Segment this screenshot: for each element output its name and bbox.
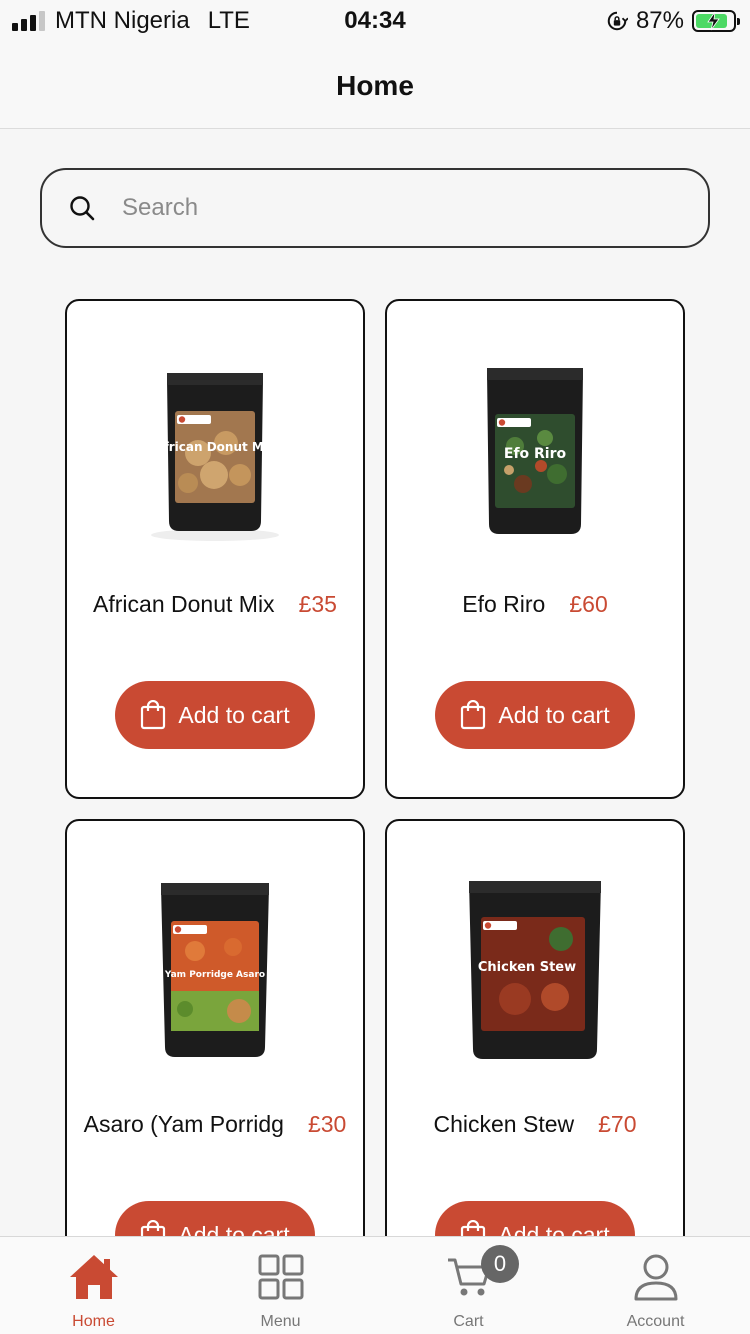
tab-label: Cart xyxy=(453,1313,484,1330)
product-image-efo-riro: Efo Riro xyxy=(487,368,583,534)
cart-count-badge: 0 xyxy=(481,1245,519,1283)
shopping-bag-icon xyxy=(141,700,166,730)
add-to-cart-label: Add to cart xyxy=(178,701,290,728)
tab-account[interactable]: Account xyxy=(562,1237,749,1334)
product-image-label: African Donut Mix xyxy=(154,440,276,454)
product-name: Chicken Stew xyxy=(433,1111,575,1137)
product-price: £60 xyxy=(569,591,608,617)
nav-header: Home xyxy=(0,44,750,129)
product-image-label: Efo Riro xyxy=(504,446,567,462)
search-icon xyxy=(70,196,95,221)
product-price: £35 xyxy=(298,591,337,617)
product-image-label: Yam Porridge Asaro xyxy=(164,970,265,980)
battery-percent: 87% xyxy=(635,7,684,34)
status-bar: MTN Nigeria LTE 04:34 87% xyxy=(0,0,750,44)
product-name: African Donut Mix xyxy=(93,591,275,617)
tab-label: Menu xyxy=(260,1313,301,1330)
tab-label: Account xyxy=(626,1313,685,1330)
product-card[interactable]: African Donut Mix African Donut Mix £35 … xyxy=(65,299,365,799)
product-name: Efo Riro xyxy=(462,591,546,617)
home-icon xyxy=(69,1255,118,1299)
tab-cart[interactable]: 0 Cart xyxy=(375,1237,562,1334)
product-price: £70 xyxy=(598,1111,637,1137)
product-image-asaro: Yam Porridge Asaro xyxy=(161,883,269,1057)
product-card[interactable]: Efo Riro Efo Riro £60 Add to cart xyxy=(385,299,685,799)
grid-icon xyxy=(258,1254,303,1300)
product-info: African Donut Mix £35 xyxy=(67,591,363,618)
product-info: Efo Riro £60 xyxy=(387,591,683,618)
add-to-cart-button[interactable]: Add to cart xyxy=(115,681,315,749)
rotation-lock-icon xyxy=(607,11,628,31)
tab-bar: Home Menu 0 Cart Account xyxy=(0,1236,750,1334)
status-right: 87% xyxy=(606,7,740,35)
product-image-donut-mix: African Donut Mix xyxy=(151,373,279,541)
battery-icon xyxy=(692,10,740,32)
tab-menu[interactable]: Menu xyxy=(187,1237,374,1334)
search-bar[interactable] xyxy=(40,168,710,248)
add-to-cart-button[interactable]: Add to cart xyxy=(435,681,635,749)
tab-home[interactable]: Home xyxy=(0,1237,187,1334)
shopping-bag-icon xyxy=(461,700,486,730)
search-input[interactable] xyxy=(122,194,682,222)
product-price: £30 xyxy=(307,1111,347,1137)
page-title: Home xyxy=(336,70,414,101)
user-icon xyxy=(634,1254,677,1301)
product-name: Asaro (Yam Porridg xyxy=(83,1111,284,1137)
product-info: Asaro (Yam Porridg £30 xyxy=(67,1111,363,1138)
product-info: Chicken Stew £70 xyxy=(387,1111,683,1138)
tab-label: Home xyxy=(72,1313,115,1330)
product-image-label: Chicken Stew xyxy=(478,960,576,975)
add-to-cart-label: Add to cart xyxy=(498,701,610,728)
product-image-chicken-stew: Chicken Stew xyxy=(469,881,601,1059)
